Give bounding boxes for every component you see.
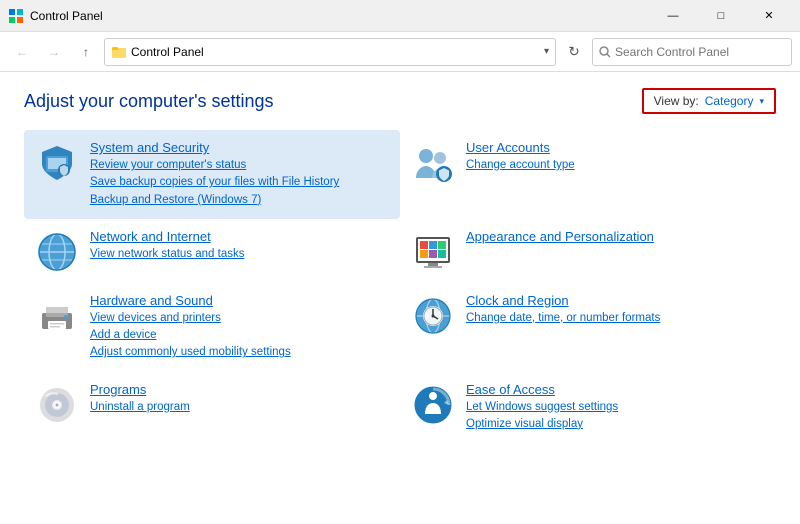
refresh-button[interactable]: ↻ xyxy=(560,38,588,66)
address-text: Control Panel xyxy=(131,45,540,59)
user-accounts-content: User Accounts Change account type xyxy=(466,140,764,174)
category-user-accounts[interactable]: User Accounts Change account type xyxy=(400,130,776,219)
forward-button[interactable]: → xyxy=(40,38,68,66)
search-input[interactable] xyxy=(615,45,785,59)
hardware-sub-2[interactable]: Add a device xyxy=(90,327,388,344)
ease-icon xyxy=(412,384,454,426)
user-accounts-sub-1[interactable]: Change account type xyxy=(466,157,764,174)
main-content: Adjust your computer's settings View by:… xyxy=(0,72,800,459)
appearance-content: Appearance and Personalization xyxy=(466,229,764,246)
page-header: Adjust your computer's settings View by:… xyxy=(24,88,776,114)
category-programs[interactable]: Programs Uninstall a program xyxy=(24,372,400,444)
category-clock[interactable]: Clock and Region Change date, time, or n… xyxy=(400,283,776,372)
system-security-title[interactable]: System and Security xyxy=(90,140,388,155)
user-accounts-title[interactable]: User Accounts xyxy=(466,140,764,155)
up-button[interactable]: ↑ xyxy=(72,38,100,66)
viewby-control[interactable]: View by: Category ▾ xyxy=(642,88,776,114)
network-title[interactable]: Network and Internet xyxy=(90,229,388,244)
maximize-button[interactable]: □ xyxy=(698,0,744,32)
network-icon xyxy=(36,231,78,273)
system-security-content: System and Security Review your computer… xyxy=(90,140,388,209)
back-button[interactable]: ← xyxy=(8,38,36,66)
network-content: Network and Internet View network status… xyxy=(90,229,388,263)
user-accounts-icon xyxy=(412,142,454,184)
page-title: Adjust your computer's settings xyxy=(24,91,274,112)
titlebar-app-icon xyxy=(8,8,24,24)
programs-sub-1[interactable]: Uninstall a program xyxy=(90,399,388,416)
clock-content: Clock and Region Change date, time, or n… xyxy=(466,293,764,327)
programs-title[interactable]: Programs xyxy=(90,382,388,397)
window-title: Control Panel xyxy=(30,9,650,23)
addressbar: ← → ↑ Control Panel ▾ ↻ xyxy=(0,32,800,72)
category-appearance[interactable]: Appearance and Personalization xyxy=(400,219,776,283)
category-network[interactable]: Network and Internet View network status… xyxy=(24,219,400,283)
system-security-icon xyxy=(36,142,78,184)
system-security-sub-2[interactable]: Save backup copies of your files with Fi… xyxy=(90,174,388,191)
close-button[interactable]: ✕ xyxy=(746,0,792,32)
hardware-title[interactable]: Hardware and Sound xyxy=(90,293,388,308)
minimize-button[interactable]: — xyxy=(650,0,696,32)
titlebar: Control Panel — □ ✕ xyxy=(0,0,800,32)
appearance-title[interactable]: Appearance and Personalization xyxy=(466,229,764,244)
system-security-sub-3[interactable]: Backup and Restore (Windows 7) xyxy=(90,192,388,209)
appearance-icon xyxy=(412,231,454,273)
window-controls: — □ ✕ xyxy=(650,0,792,32)
ease-content: Ease of Access Let Windows suggest setti… xyxy=(466,382,764,434)
system-security-sub-1[interactable]: Review your computer's status xyxy=(90,157,388,174)
category-hardware[interactable]: Hardware and Sound View devices and prin… xyxy=(24,283,400,372)
category-system-security[interactable]: System and Security Review your computer… xyxy=(24,130,400,219)
category-ease[interactable]: Ease of Access Let Windows suggest setti… xyxy=(400,372,776,444)
programs-content: Programs Uninstall a program xyxy=(90,382,388,416)
clock-icon xyxy=(412,295,454,337)
hardware-content: Hardware and Sound View devices and prin… xyxy=(90,293,388,362)
ease-sub-2[interactable]: Optimize visual display xyxy=(466,416,764,433)
address-bar-input[interactable]: Control Panel ▾ xyxy=(104,38,556,66)
search-box[interactable] xyxy=(592,38,792,66)
viewby-arrow[interactable]: ▾ xyxy=(759,96,764,107)
address-dropdown-arrow[interactable]: ▾ xyxy=(544,46,549,57)
network-sub-1[interactable]: View network status and tasks xyxy=(90,246,388,263)
programs-icon xyxy=(36,384,78,426)
categories-grid: System and Security Review your computer… xyxy=(24,130,776,443)
hardware-sub-3[interactable]: Adjust commonly used mobility settings xyxy=(90,344,388,361)
search-icon xyxy=(599,46,611,58)
viewby-value[interactable]: Category xyxy=(705,94,754,108)
viewby-label: View by: xyxy=(654,94,699,108)
clock-title[interactable]: Clock and Region xyxy=(466,293,764,308)
ease-title[interactable]: Ease of Access xyxy=(466,382,764,397)
hardware-icon xyxy=(36,295,78,337)
hardware-sub-1[interactable]: View devices and printers xyxy=(90,310,388,327)
folder-icon xyxy=(111,44,127,60)
ease-sub-1[interactable]: Let Windows suggest settings xyxy=(466,399,764,416)
clock-sub-1[interactable]: Change date, time, or number formats xyxy=(466,310,764,327)
